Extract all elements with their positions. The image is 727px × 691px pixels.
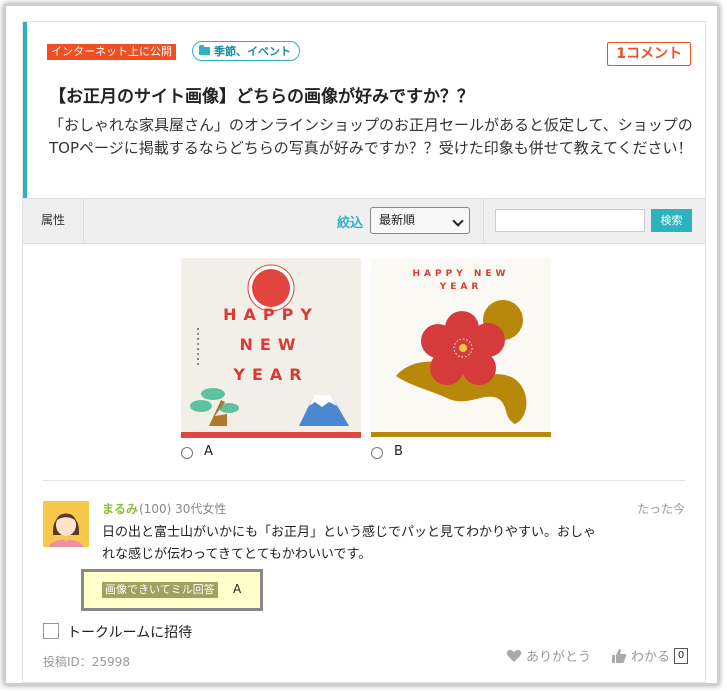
question-description: 「おしゃれな家具屋さん」のオンラインショップのお正月セールがあると仮定して、ショ…: [49, 116, 693, 157]
section-divider: [43, 480, 685, 481]
choice-a-year: YEAR: [232, 365, 308, 384]
choice-b-radio[interactable]: [371, 447, 383, 459]
search-button[interactable]: 検索: [651, 209, 692, 232]
answer-tag: 画像できいてミル回答: [102, 582, 218, 598]
sort-select[interactable]: 最新順: [370, 207, 470, 234]
thanks-label: ありがとう: [526, 650, 592, 665]
comment-user-meta: (100) 30代女性: [139, 502, 227, 516]
question-title: 【お正月のサイト画像】どちらの画像が好みですか？？: [49, 87, 474, 107]
comment-text: 日の出と富士山がいかにも「お正月」という感じでパッと見てわかりやすい。おしゃれな…: [102, 525, 597, 562]
comment-username[interactable]: まるみ: [102, 500, 138, 517]
choice-b-happy-new: HAPPY NEW: [413, 269, 510, 279]
choice-b-year: YEAR: [439, 282, 483, 292]
choice-b-image[interactable]: HAPPY NEW YEAR: [371, 258, 551, 438]
divider: [483, 199, 484, 243]
avatar-illustration: [43, 501, 89, 547]
question-header: インターネット上に公開 季節、イベント 1コメント 【お正月のサイト画像】どちら…: [23, 22, 705, 198]
thumbs-up-icon: [612, 648, 627, 663]
agree-count: 0: [674, 647, 689, 664]
choice-a-image[interactable]: HAPPY NEW YEAR: [181, 258, 361, 438]
choice-a-label: A: [204, 444, 213, 459]
question-card: インターネット上に公開 季節、イベント 1コメント 【お正月のサイト画像】どちら…: [22, 21, 706, 683]
heart-icon: [506, 649, 522, 662]
page-frame: インターネット上に公開 季節、イベント 1コメント 【お正月のサイト画像】どちら…: [4, 4, 719, 685]
invite-checkbox[interactable]: [43, 623, 59, 639]
narrow-label: 絞込: [337, 216, 364, 231]
post-id: 投稿ID：25998: [43, 655, 130, 669]
search-input[interactable]: [495, 209, 645, 232]
divider: [83, 199, 84, 243]
choice-a-radio[interactable]: [181, 447, 193, 459]
answer-value: A: [233, 582, 242, 596]
sort-selected-value: 最新順: [379, 213, 416, 227]
choice-a-new: NEW: [240, 335, 303, 354]
filter-bar: 属性 絞込 最新順 検索: [23, 198, 705, 244]
choice-b-illustration: HAPPY NEW YEAR: [371, 269, 551, 437]
answer-box: 画像できいてミル回答 A: [81, 569, 263, 611]
comment-time: たった今: [636, 502, 685, 516]
invite-label[interactable]: トークルームに招待: [67, 622, 192, 642]
category-pill[interactable]: 季節、イベント: [192, 41, 300, 61]
thanks-button[interactable]: ありがとう: [506, 646, 591, 665]
agree-label: わかる: [631, 650, 671, 665]
agree-button[interactable]: わかる 0: [611, 646, 689, 665]
comment-count-button[interactable]: 1コメント: [607, 42, 691, 66]
folder-icon: [199, 45, 210, 55]
choice-b-label: B: [394, 444, 403, 459]
public-badge: インターネット上に公開: [47, 44, 176, 60]
choice-a-happy: HAPPY: [223, 305, 319, 324]
chevron-down-icon: [452, 215, 464, 227]
attribute-filter[interactable]: 属性: [41, 211, 65, 228]
category-label: 季節、イベント: [214, 44, 291, 58]
avatar[interactable]: [43, 501, 89, 547]
choice-a-illustration: HAPPY NEW YEAR: [181, 264, 361, 438]
